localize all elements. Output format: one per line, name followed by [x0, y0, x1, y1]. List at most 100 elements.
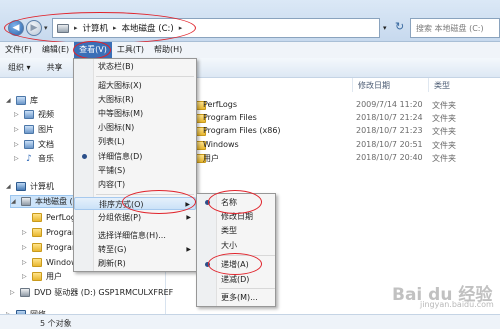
nav-item-music[interactable]: ▷ ♪ 音乐 [14, 152, 54, 165]
menu-item-choose-details[interactable]: 选择详细信息(H)... [74, 229, 166, 242]
nav-library[interactable]: ◢ 库 [6, 94, 38, 107]
file-name: Program Files [203, 113, 257, 122]
menu-item-label: 详细信息(D) [98, 152, 143, 161]
folder-icon [32, 258, 42, 267]
menu-item-refresh[interactable]: 刷新(R) [74, 257, 126, 270]
annotation-circle [73, 41, 111, 59]
menu-edit[interactable]: 编辑(E) [37, 42, 74, 58]
menu-item-details[interactable]: 详细信息(D) [74, 150, 142, 163]
selected-radio-icon [82, 154, 87, 159]
file-row[interactable]: PerfLogs 2009/7/14 11:20 文件夹 [196, 99, 500, 112]
address-dropdown-icon[interactable]: ▾ [383, 18, 393, 38]
sort-more-options[interactable]: 更多(M)... [197, 291, 258, 304]
menu-file[interactable]: 文件(F) [0, 42, 37, 58]
nav-folder[interactable]: ▷ 用户 [22, 270, 62, 283]
folder-icon [32, 243, 42, 252]
computer-icon [16, 182, 26, 191]
library-icon [16, 96, 26, 105]
file-date: 2009/7/14 11:20 [356, 100, 423, 109]
expand-icon[interactable]: ▷ [14, 141, 20, 148]
file-type: 文件夹 [432, 141, 456, 150]
file-date: 2018/10/7 21:23 [356, 126, 423, 135]
nav-folder[interactable]: PerfLogs [22, 211, 80, 224]
share-button[interactable]: 共享 [39, 62, 71, 73]
file-date: 2018/10/7 21:24 [356, 113, 423, 122]
dvd-drive-icon [20, 288, 30, 297]
file-row[interactable]: Program Files 2018/10/7 21:24 文件夹 [196, 112, 500, 125]
sort-option-size[interactable]: 大小 [197, 239, 237, 252]
expand-icon[interactable]: ▷ [22, 244, 28, 251]
menu-separator [96, 76, 194, 77]
menu-item-go-to[interactable]: 转至(G) ▶ [74, 243, 196, 256]
menu-tools[interactable]: 工具(T) [112, 42, 149, 58]
search-input[interactable]: 搜索 本地磁盘 (C:) [410, 18, 500, 38]
menu-item-label: 分组依据(P) [98, 213, 142, 222]
music-icon: ♪ [26, 153, 32, 164]
menu-item-list[interactable]: 列表(L) [74, 135, 125, 148]
submenu-arrow-icon: ▶ [186, 214, 191, 221]
organize-button[interactable]: 组织 ▾ [0, 62, 39, 73]
folder-icon [32, 213, 42, 222]
nav-computer[interactable]: ◢ 计算机 [6, 180, 54, 193]
nav-folder[interactable]: ▷ Window [22, 256, 78, 269]
file-row[interactable]: Windows 2018/10/7 20:51 文件夹 [196, 139, 500, 152]
nav-label: 音乐 [38, 154, 54, 163]
drive-icon [21, 197, 31, 206]
column-header-type[interactable]: 类型 [434, 80, 450, 91]
nav-label: 用户 [46, 272, 62, 281]
file-row[interactable]: 用户 2018/10/7 20:40 文件夹 [196, 152, 500, 165]
menu-item-tiles[interactable]: 平铺(S) [74, 164, 125, 177]
nav-dvd-drive[interactable]: ▷ DVD 驱动器 (D:) GSP1RMCULXFREF [10, 286, 173, 299]
nav-item-videos[interactable]: ▷ 视频 [14, 108, 54, 121]
menu-help[interactable]: 帮助(H) [149, 42, 187, 58]
nav-label: 视频 [38, 110, 54, 119]
file-name: Program Files (x86) [203, 126, 281, 135]
file-date: 2018/10/7 20:51 [356, 140, 423, 149]
nav-folder[interactable]: ▷ Program [22, 241, 80, 254]
collapse-icon[interactable]: ◢ [6, 97, 12, 104]
file-row[interactable]: Program Files (x86) 2018/10/7 21:23 文件夹 [196, 125, 500, 138]
column-divider [352, 78, 353, 92]
collapse-icon[interactable]: ◢ [11, 198, 17, 205]
collapse-icon[interactable]: ◢ [6, 183, 12, 190]
menu-item-small-icons[interactable]: 小图标(N) [74, 121, 134, 134]
expand-icon[interactable]: ▷ [14, 111, 20, 118]
column-header-date[interactable]: 修改日期 [358, 80, 390, 91]
expand-icon[interactable]: ▷ [22, 273, 28, 280]
nav-folder[interactable]: ▷ Program [22, 226, 80, 239]
menu-item-statusbar[interactable]: 状态栏(B) [74, 60, 134, 73]
sort-descending[interactable]: 递减(D) [197, 273, 249, 286]
file-type: 文件夹 [432, 154, 456, 163]
expand-icon[interactable]: ▷ [22, 259, 28, 266]
menu-separator [219, 288, 275, 289]
menu-item-medium-icons[interactable]: 中等图标(M) [74, 107, 143, 120]
submenu-arrow-icon: ▶ [186, 246, 191, 253]
nav-label: 计算机 [30, 182, 54, 191]
nav-label: 库 [30, 96, 38, 105]
expand-icon[interactable]: ▷ [14, 155, 20, 162]
expand-icon[interactable]: ▷ [22, 229, 28, 236]
file-type: 文件夹 [432, 127, 456, 136]
menu-item-large-icons[interactable]: 大图标(R) [74, 93, 134, 106]
expand-icon[interactable]: ▷ [14, 126, 20, 133]
nav-label: 文档 [38, 140, 54, 149]
watermark-url: jingyan.baidu.com [420, 300, 494, 309]
video-library-icon [24, 110, 34, 119]
view-menu: 状态栏(B) 超大图标(X) 大图标(R) 中等图标(M) 小图标(N) 列表(… [73, 58, 197, 272]
annotation-circle [122, 190, 196, 214]
annotation-circle [208, 253, 262, 275]
menu-item-extra-large-icons[interactable]: 超大图标(X) [74, 79, 142, 92]
nav-item-pictures[interactable]: ▷ 图片 [14, 123, 54, 136]
menu-item-label: 转至(G) [98, 245, 127, 254]
sort-option-type[interactable]: 类型 [197, 224, 237, 237]
nav-label: DVD 驱动器 (D:) GSP1RMCULXFREF [34, 288, 174, 297]
expand-icon[interactable]: ▷ [10, 289, 16, 296]
file-name: PerfLogs [203, 100, 238, 109]
menu-item-group-by[interactable]: 分组依据(P) ▶ [74, 211, 196, 224]
refresh-icon[interactable]: ↻ [395, 20, 404, 33]
menu-item-content[interactable]: 内容(T) [74, 178, 125, 191]
file-type: 文件夹 [432, 101, 456, 110]
file-date: 2018/10/7 20:40 [356, 153, 423, 162]
file-name: Windows [203, 140, 239, 149]
nav-item-documents[interactable]: ▷ 文档 [14, 138, 54, 151]
